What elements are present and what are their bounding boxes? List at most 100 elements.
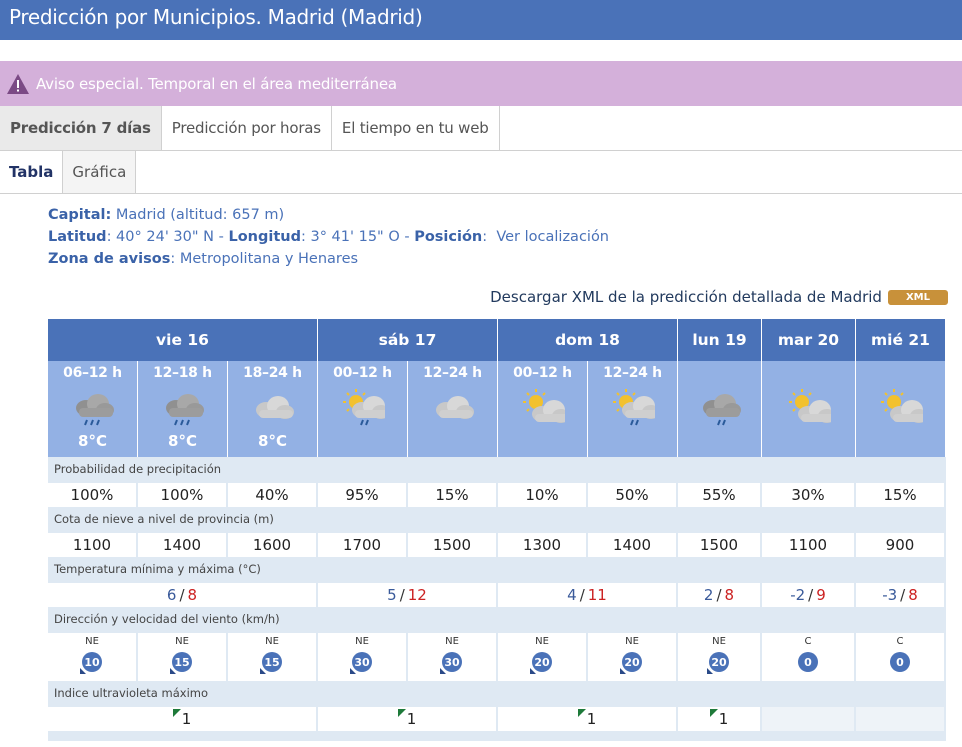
uv-value xyxy=(762,707,856,731)
position-label: Posición xyxy=(414,229,483,245)
warning-zone-label: Zona de avisos xyxy=(48,251,171,267)
period-cell: 00–12 h xyxy=(318,361,408,457)
temp-separator: / xyxy=(808,586,814,604)
temp-separator: / xyxy=(716,586,722,604)
day-header[interactable]: sáb 17 xyxy=(318,319,498,361)
wind-direction: NE xyxy=(625,636,639,647)
uv-label: Indice ultravioleta máximo xyxy=(48,681,946,707)
wind-direction: C xyxy=(896,636,904,647)
sun-cloud-icon xyxy=(788,389,831,423)
uv-flag-icon xyxy=(577,709,586,717)
temp-value: 5/12 xyxy=(318,583,498,607)
uv-flag-icon xyxy=(172,709,181,717)
warning-icon xyxy=(7,73,29,94)
wind-value: C0 xyxy=(856,633,946,681)
tab-table[interactable]: Tabla xyxy=(0,151,64,193)
wind-speed: 15 xyxy=(264,655,280,669)
wind-value: NE 20 xyxy=(498,633,588,681)
temp-value: -2/9 xyxy=(762,583,856,607)
period-cell: 06–12 h 8°C xyxy=(48,361,138,457)
wind-speed-badge: 0 xyxy=(890,652,910,672)
wind-speed: 30 xyxy=(354,655,370,669)
wind-direction: NE xyxy=(355,636,369,647)
wind-direction: NE xyxy=(175,636,189,647)
day-header[interactable]: mar 20 xyxy=(762,319,856,361)
wind-speed-badge: 20 xyxy=(530,652,552,674)
xml-badge[interactable]: XML xyxy=(887,289,948,305)
latitude-value: : 40° 24' 30" N - xyxy=(106,229,229,245)
wind-arrow-icon xyxy=(530,668,536,674)
temp-min: 5 xyxy=(387,586,397,604)
wind-direction: NE xyxy=(535,636,549,647)
cloud-rain-icon xyxy=(165,394,204,426)
wind-speed-badge: 10 xyxy=(80,652,102,674)
tab-7-day-forecast[interactable]: Predicción 7 días xyxy=(0,106,162,150)
wind-speed: 20 xyxy=(624,655,640,669)
sun-cloud-icon xyxy=(880,389,923,423)
day-header[interactable]: lun 19 xyxy=(678,319,762,361)
wind-speed-badge: 15 xyxy=(170,652,192,674)
wind-speed-badge: 20 xyxy=(707,652,729,674)
special-alert-banner[interactable]: Aviso especial. Temporal en el área medi… xyxy=(0,61,962,106)
sun-cloud-icon xyxy=(522,389,565,423)
snow-row: 1100 1400 1600 1700 1500 1300 1400 1500 1100 900 xyxy=(48,533,946,557)
precip-value: 15% xyxy=(408,483,498,507)
wind-speed-badge: 30 xyxy=(440,652,462,674)
wind-speed-badge: 30 xyxy=(350,652,372,674)
day-header[interactable]: vie 16 xyxy=(48,319,318,361)
wind-speed-badge: 15 xyxy=(260,652,282,674)
period-cell: 18–24 h 8°C xyxy=(228,361,318,457)
wind-arrow-icon xyxy=(260,668,266,674)
position-sep: : xyxy=(482,229,488,245)
uv-value: 1 xyxy=(318,707,498,731)
wind-value: NE 10 xyxy=(48,633,138,681)
wind-value: NE 15 xyxy=(138,633,228,681)
period-time: 12–24 h xyxy=(423,365,482,381)
snow-label: Cota de nieve a nivel de provincia (m) xyxy=(48,507,946,533)
uv-value: 1 xyxy=(498,707,678,731)
temp-separator: / xyxy=(179,586,185,604)
temp-min: -3 xyxy=(882,586,898,604)
temp-row: 6/8 5/12 4/11 2/8 -2/9 -3/8 xyxy=(48,583,946,607)
wind-speed: 20 xyxy=(534,655,550,669)
tab-chart[interactable]: Gráfica xyxy=(63,151,137,193)
temp-separator: / xyxy=(579,586,585,604)
tab-hourly-forecast[interactable]: Predicción por horas xyxy=(161,106,332,150)
temp-max: 8 xyxy=(908,586,918,604)
wind-speed: 0 xyxy=(804,655,812,669)
periods-header: 06–12 h 8°C 12–18 h 8°C 18–24 h 8°C 00–12 h 12–… xyxy=(48,361,946,457)
wind-value: C0 xyxy=(762,633,856,681)
temp-max: 12 xyxy=(407,586,427,604)
tab-weather-widget[interactable]: El tiempo en tu web xyxy=(331,106,500,150)
wind-arrow-icon xyxy=(170,668,176,674)
precip-value: 50% xyxy=(588,483,678,507)
wind-direction: NE xyxy=(265,636,279,647)
capital-value: Madrid (altitud: 657 m) xyxy=(111,207,285,223)
wind-value: NE 30 xyxy=(408,633,498,681)
wind-arrow-icon xyxy=(620,668,626,674)
download-xml-text[interactable]: Descargar XML de la predicción detallada… xyxy=(490,288,882,306)
page-title: Predicción por Municipios. Madrid (Madri… xyxy=(0,0,962,40)
period-time: 18–24 h xyxy=(243,365,302,381)
view-location-link[interactable]: Ver localización xyxy=(496,229,609,245)
wind-label: Dirección y velocidad del viento (km/h) xyxy=(48,607,946,633)
day-header[interactable]: mié 21 xyxy=(856,319,946,361)
uv-index: 1 xyxy=(406,710,417,728)
wind-speed: 10 xyxy=(84,655,100,669)
wind-direction: NE xyxy=(712,636,726,647)
period-time: 00–12 h xyxy=(333,365,392,381)
wind-row: NE 10 NE 15 NE 15 NE 30 NE 30 NE 20 NE 20 NE 20 C 0 C 0 xyxy=(48,633,946,681)
precip-value: 30% xyxy=(762,483,856,507)
download-xml[interactable]: Descargar XML de la predicción detallada… xyxy=(490,288,948,306)
sun-cloud-rain-icon xyxy=(612,389,655,426)
period-temp: 8°C xyxy=(258,432,287,450)
uv-row: 1 1 1 1 xyxy=(48,707,946,731)
period-cell xyxy=(856,361,946,457)
wind-arrow-icon xyxy=(440,668,446,674)
snow-value: 1300 xyxy=(498,533,588,557)
longitude-label: Longitud xyxy=(228,229,301,245)
wind-value: NE 20 xyxy=(588,633,678,681)
wind-value: NE 15 xyxy=(228,633,318,681)
day-header[interactable]: dom 18 xyxy=(498,319,678,361)
wind-speed: 30 xyxy=(444,655,460,669)
